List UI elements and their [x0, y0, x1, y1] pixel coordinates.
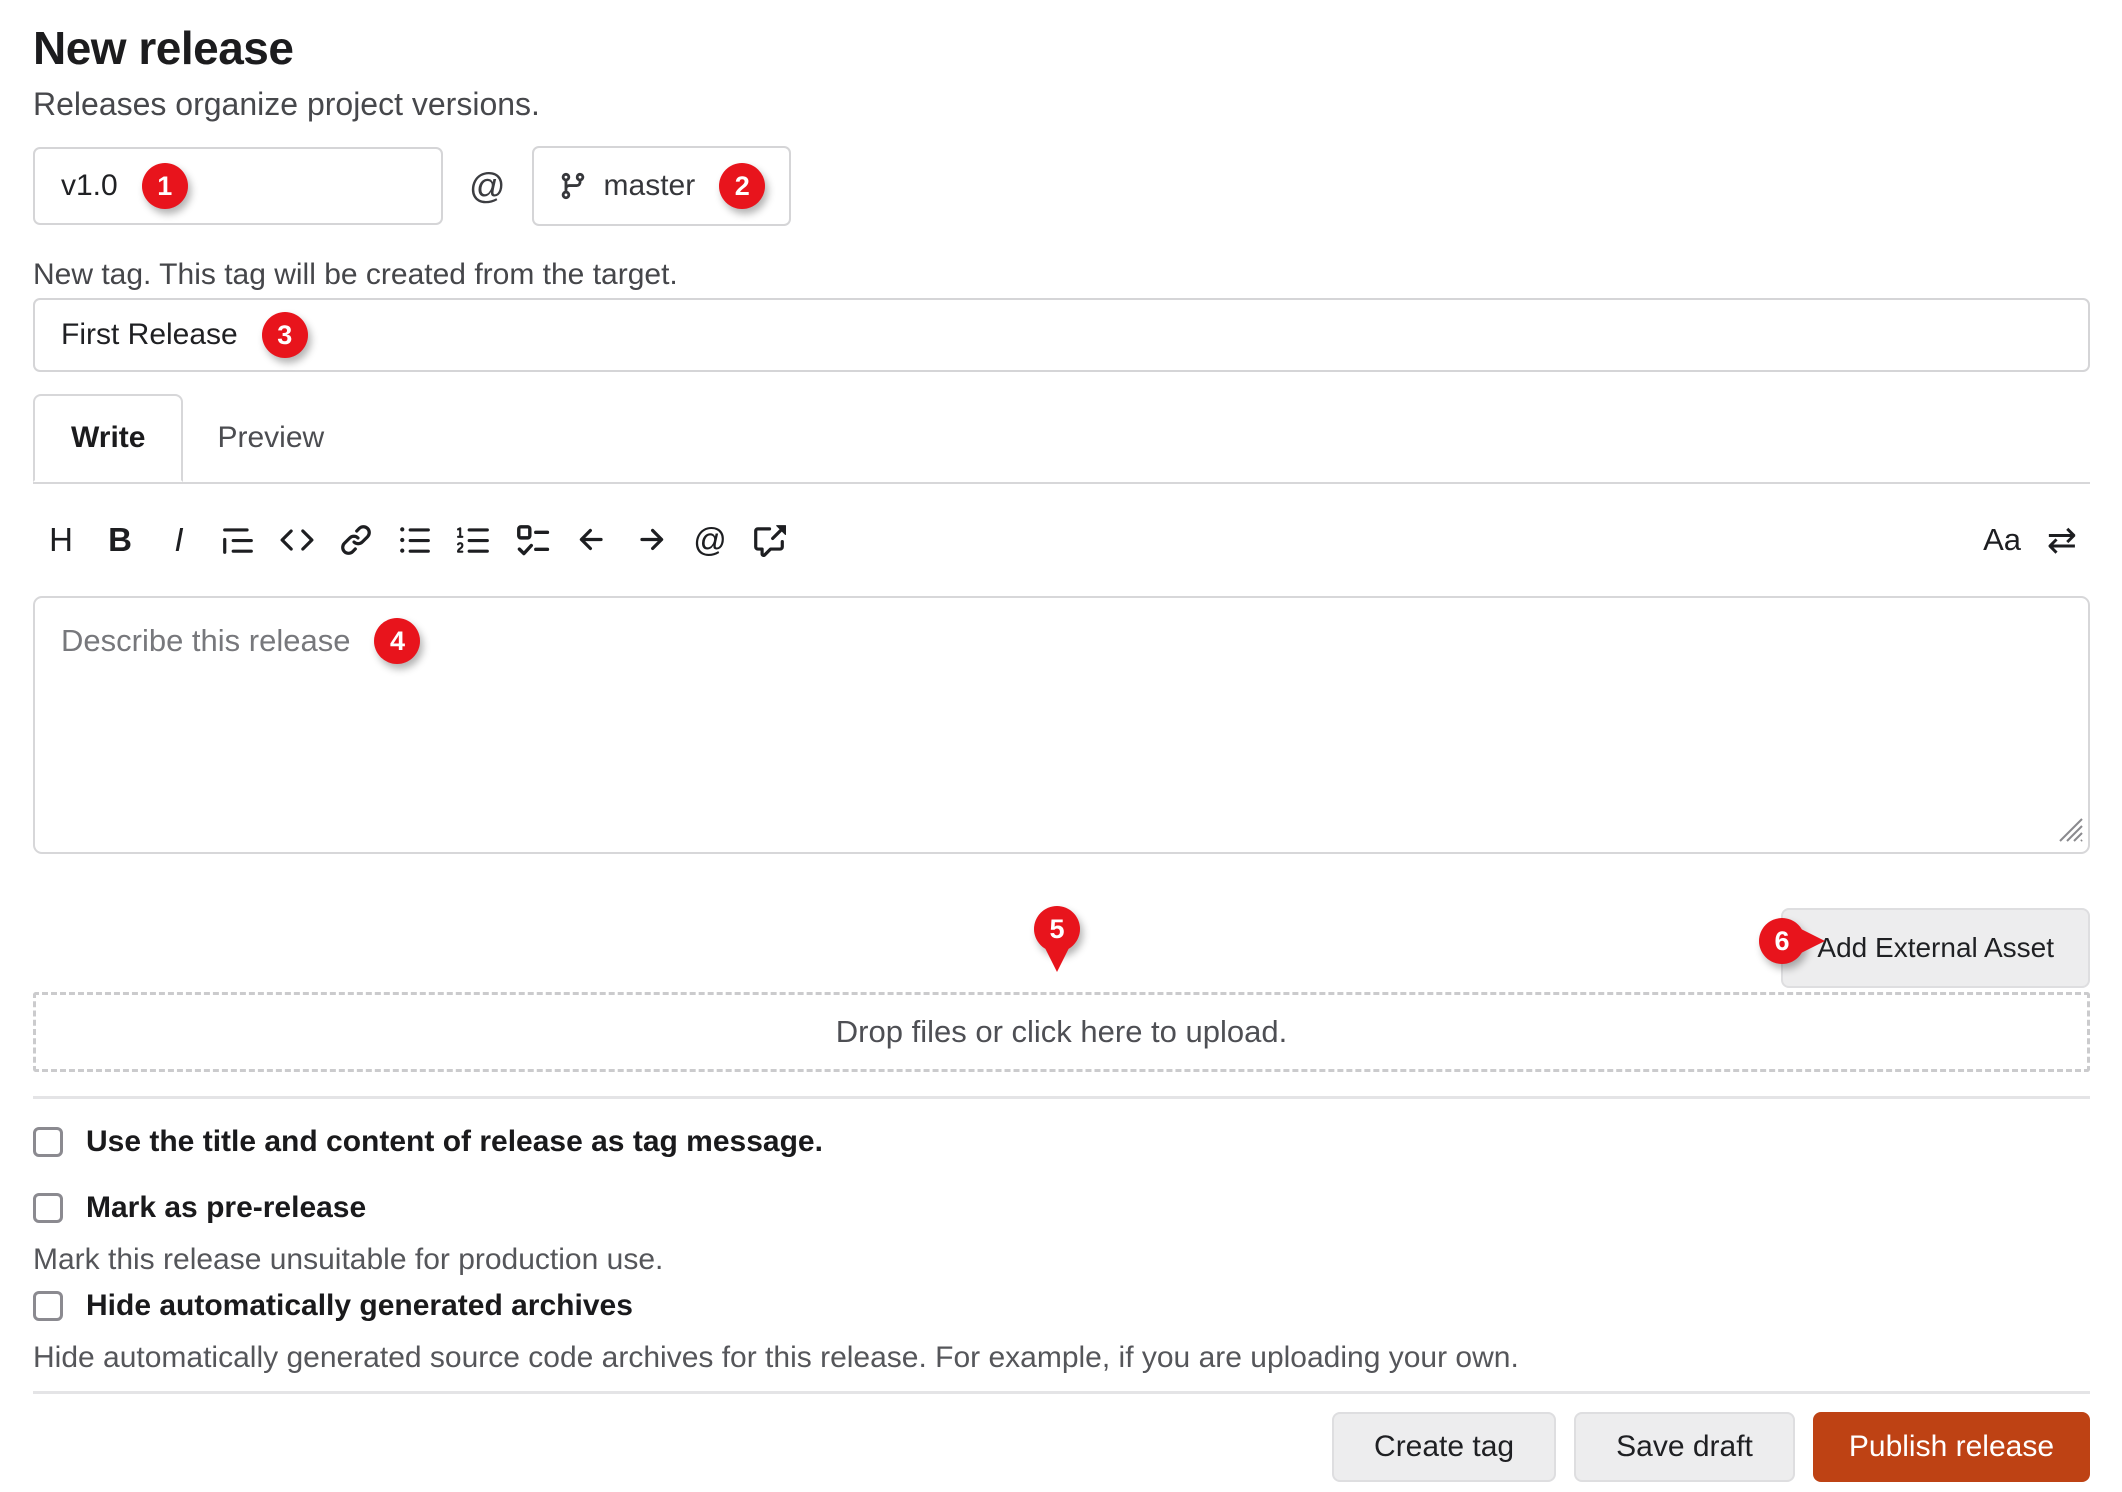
prerelease-label: Mark as pre-release	[86, 1191, 366, 1225]
editor-tabbar: Write Preview	[33, 394, 2090, 484]
tag-message-checkbox[interactable]	[33, 1127, 63, 1157]
option-prerelease: Mark as pre-release	[33, 1189, 2090, 1227]
tag-name-input[interactable]: v1.0 1	[33, 147, 443, 225]
footer-divider	[33, 1391, 2090, 1394]
task-list-icon[interactable]	[515, 518, 551, 562]
new-release-page: New release Releases organize project ve…	[0, 0, 2122, 1492]
release-title-value: First Release	[61, 318, 238, 352]
italic-icon[interactable]: I	[161, 518, 197, 562]
prerelease-description: Mark this release unsuitable for product…	[33, 1243, 2090, 1277]
hide-archives-checkbox[interactable]	[33, 1291, 63, 1321]
tag-name-value: v1.0	[61, 169, 118, 203]
page-subtitle: Releases organize project versions.	[33, 84, 2090, 124]
tag-help-text: New tag. This tag will be created from t…	[33, 258, 2090, 292]
section-divider	[33, 1096, 2090, 1099]
toolbar-right-group: Aa ⇄	[1983, 518, 2080, 562]
tab-preview[interactable]: Preview	[183, 394, 358, 482]
hide-archives-description: Hide automatically generated source code…	[33, 1341, 2090, 1375]
arrow-right-icon[interactable]	[633, 518, 669, 562]
at-separator: @	[469, 165, 506, 207]
reference-icon[interactable]	[751, 518, 787, 562]
option-tag-message: Use the title and content of release as …	[33, 1123, 2090, 1161]
numbered-list-icon[interactable]	[456, 518, 492, 562]
link-icon[interactable]	[338, 518, 374, 562]
footer-actions: Create tag Save draft Publish release	[33, 1410, 2090, 1482]
branch-label: master	[604, 169, 696, 203]
annotation-badge-6-number: 6	[1759, 918, 1805, 964]
annotation-badge-4: 4	[374, 618, 420, 664]
bold-icon[interactable]: B	[102, 518, 138, 562]
switch-editor-icon[interactable]: ⇄	[2044, 518, 2080, 562]
bullet-list-icon[interactable]	[397, 518, 433, 562]
tag-target-row: v1.0 1 @ master 2	[33, 146, 2090, 226]
publish-release-button[interactable]: Publish release	[1813, 1412, 2090, 1482]
add-external-asset-button[interactable]: Add External Asset	[1781, 908, 2090, 988]
textarea-placeholder: Describe this release	[61, 618, 350, 664]
dropzone-text: Drop files or click here to upload.	[836, 1014, 1287, 1050]
save-draft-button[interactable]: Save draft	[1574, 1412, 1795, 1482]
font-toggle-icon[interactable]: Aa	[1983, 518, 2021, 562]
annotation-badge-1: 1	[142, 163, 188, 209]
file-dropzone[interactable]: Drop files or click here to upload.	[33, 992, 2090, 1072]
annotation-badge-2: 2	[719, 163, 765, 209]
arrow-left-icon[interactable]	[574, 518, 610, 562]
heading-icon[interactable]: H	[43, 518, 79, 562]
release-options: Use the title and content of release as …	[33, 1123, 2090, 1375]
annotation-badge-5-number: 5	[1034, 906, 1080, 952]
assets-header-row: 5 6 Add External Asset	[33, 906, 2090, 990]
markdown-toolbar: H B I	[33, 484, 2090, 596]
prerelease-checkbox[interactable]	[33, 1193, 63, 1223]
annotation-badge-5: 5	[1034, 906, 1080, 952]
code-icon[interactable]	[279, 518, 315, 562]
annotation-badge-6: 6	[1759, 918, 1805, 964]
hide-archives-label: Hide automatically generated archives	[86, 1289, 633, 1323]
resize-handle[interactable]	[2053, 812, 2083, 847]
release-description-textarea[interactable]: Describe this release 4	[33, 596, 2090, 854]
create-tag-button[interactable]: Create tag	[1332, 1412, 1556, 1482]
release-title-input[interactable]: First Release 3	[33, 298, 2090, 372]
mention-icon[interactable]: @	[692, 518, 728, 562]
page-title: New release	[33, 22, 2090, 74]
option-hide-archives: Hide automatically generated archives	[33, 1287, 2090, 1325]
quote-icon[interactable]	[220, 518, 256, 562]
target-branch-button[interactable]: master 2	[532, 146, 792, 226]
tab-write[interactable]: Write	[33, 394, 183, 482]
textarea-placeholder-row: Describe this release 4	[61, 618, 420, 664]
git-branch-icon	[558, 171, 588, 201]
toolbar-left-group: H B I	[43, 518, 787, 562]
tag-message-label: Use the title and content of release as …	[86, 1125, 823, 1159]
annotation-badge-3: 3	[262, 312, 308, 358]
